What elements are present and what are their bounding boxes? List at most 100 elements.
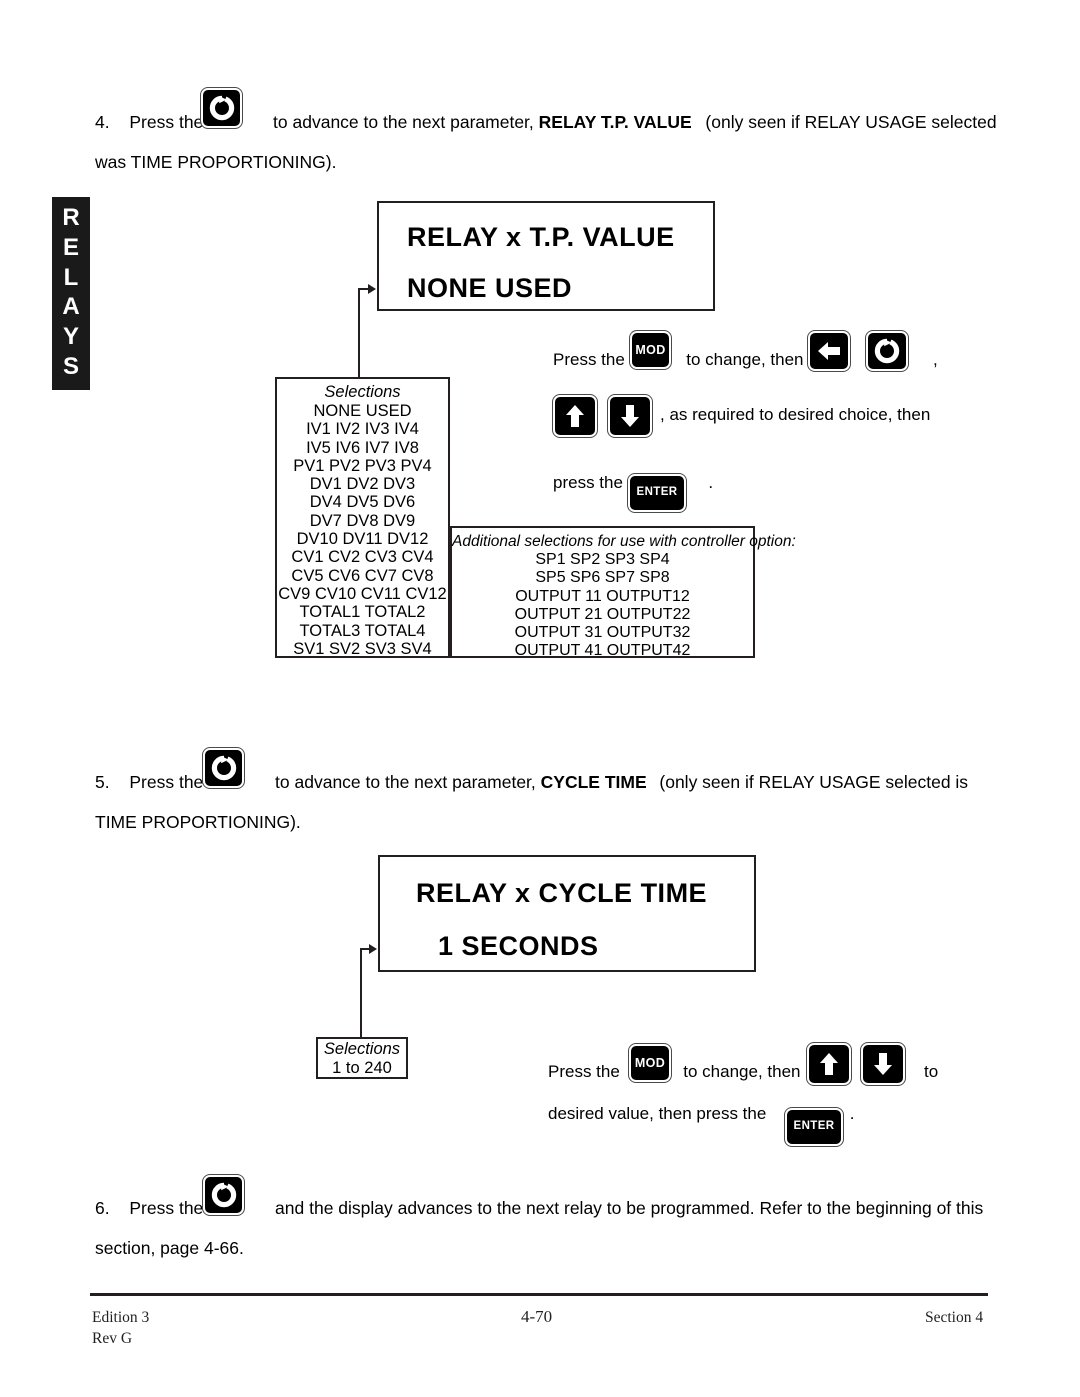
selections1-row: TOTAL1 TOTAL2: [299, 603, 426, 622]
display-box-relay-tp-value: RELAY x T.P. VALUE NONE USED: [377, 201, 715, 311]
selections1-row: CV5 CV6 CV7 CV8: [291, 566, 434, 585]
additional-selections-row: OUTPUT 21 OUTPUT22: [514, 605, 691, 623]
step4-line2-text: was TIME PROPORTIONING).: [95, 152, 337, 172]
connector-vertical-1: [358, 288, 360, 380]
step4-line2: was TIME PROPORTIONING).: [95, 152, 336, 172]
step5-text-a: to advance to the next parameter,: [275, 772, 536, 792]
selections1-row: NONE USED: [313, 402, 412, 420]
loop-glyph-2: [874, 338, 900, 364]
instr1-line1-comma: ,: [932, 350, 938, 369]
selections1-title: Selections: [324, 383, 401, 401]
step5-text-b: (only seen if RELAY USAGE selected is: [659, 772, 969, 792]
enter-button-label: ENTER: [636, 486, 678, 499]
enter-button-icon[interactable]: ENTER: [627, 473, 687, 513]
selections1-row: DV7 DV8 DV9: [309, 511, 416, 530]
additional-selections-title: Additional selections for use with contr…: [452, 533, 796, 550]
selections1-row: CV9 CV10 CV11 CV12: [278, 584, 447, 603]
loop-button-icon[interactable]: [200, 87, 243, 129]
additional-selections-row: OUTPUT 31 OUTPUT32: [514, 624, 691, 642]
additional-selections-row: OUTPUT 11 OUTPUT12: [515, 587, 690, 605]
relays-letter-a: A: [62, 293, 80, 321]
step6-number: 6.: [95, 1198, 110, 1218]
manual-page: 4. Press the to advance to the next para…: [0, 0, 1080, 1397]
instr1-line3-period: .: [708, 473, 714, 492]
connector-arrowhead-2: [369, 944, 377, 954]
relays-letter-r: R: [62, 203, 80, 231]
instr1-line2: , as required to desired choice, then: [660, 405, 930, 425]
instr1-line3-a: press the: [553, 473, 623, 492]
selections1-row: PV1 PV2 PV3 PV4: [293, 456, 432, 475]
loop-button-icon-4[interactable]: [202, 1174, 245, 1216]
selections1-row: SV1 SV2 SV3 SV4: [293, 639, 432, 658]
step6-text-a: and the display advances to the next rel…: [275, 1198, 984, 1218]
connector-arrowhead-1: [368, 284, 376, 294]
instr1-line1-a: Press the: [553, 350, 625, 369]
additional-selections-row: OUTPUT 41 OUTPUT42: [514, 642, 691, 660]
loop-glyph: [209, 95, 234, 121]
footer-revision: Rev G: [92, 1330, 133, 1347]
footer-divider: [90, 1293, 988, 1296]
step4-text-before-icon: Press the: [129, 112, 204, 132]
additional-selections-box: Additional selections for use with contr…: [450, 526, 796, 660]
relays-letter-l: L: [63, 263, 79, 291]
mod-button-icon-2[interactable]: MOD: [628, 1043, 672, 1083]
loop-button-icon-2[interactable]: [865, 330, 909, 372]
mod-button-label-2: MOD: [634, 1055, 666, 1070]
display1-line2: NONE USED: [407, 273, 573, 303]
up-arrow-button-icon-2[interactable]: [806, 1042, 852, 1086]
down-arrow-glyph: [621, 405, 639, 427]
selections1-row: IV1 IV2 IV3 IV4: [306, 420, 419, 439]
additional-selections-row: SP1 SP2 SP3 SP4: [535, 551, 670, 568]
up-arrow-glyph-2: [820, 1053, 838, 1075]
selections1-row: DV4 DV5 DV6: [309, 493, 416, 512]
mod-button-label: MOD: [635, 342, 666, 357]
step5-line2: TIME PROPORTIONING).: [95, 812, 301, 832]
up-arrow-glyph: [566, 405, 584, 427]
step4-bold-param: RELAY T.P. VALUE: [538, 112, 692, 132]
instr2-line2-period: .: [849, 1104, 855, 1123]
connector-vertical-2: [360, 948, 362, 1038]
down-arrow-glyph-2: [874, 1053, 892, 1075]
selections-box-cycle-time: Selections 1 to 240: [316, 1037, 408, 1079]
step4-number: 4.: [95, 112, 110, 132]
selections1-row: CV1 CV2 CV3 CV4: [291, 548, 434, 567]
instr2-line1-a: Press the: [548, 1062, 620, 1081]
instr2-line2-a: desired value, then press the: [548, 1104, 767, 1123]
footer-page-number: 4-70: [521, 1307, 553, 1326]
left-arrow-glyph: [818, 342, 840, 360]
down-arrow-button-icon-2[interactable]: [860, 1042, 906, 1086]
mod-button-icon[interactable]: MOD: [629, 330, 672, 370]
loop-glyph-4: [211, 1182, 236, 1208]
down-arrow-button-icon[interactable]: [607, 394, 653, 438]
instr2-line1-c: to: [923, 1062, 939, 1081]
display-box-relay-cycle-time: RELAY x CYCLE TIME 1 SECONDS: [378, 855, 756, 972]
relays-letter-s: S: [62, 353, 79, 381]
step4-text-b: (only seen if RELAY USAGE selected: [705, 112, 997, 132]
up-arrow-button-icon[interactable]: [552, 394, 598, 438]
step6-text-before-icon: Press the: [129, 1198, 204, 1218]
additional-selections-row: SP5 SP6 SP7 SP8: [535, 569, 670, 587]
footer-edition: Edition 3: [92, 1309, 150, 1326]
selections1-row: TOTAL3 TOTAL4: [299, 621, 426, 640]
selections1-row: DV10 DV11 DV12: [296, 530, 429, 549]
step5-line2-text: TIME PROPORTIONING).: [95, 812, 301, 832]
relays-letter-y: Y: [62, 323, 79, 351]
step4-text-a: to advance to the next parameter,: [273, 112, 534, 132]
left-arrow-button-icon[interactable]: [807, 330, 851, 372]
selections1-row: IV5 IV6 IV7 IV8: [306, 438, 419, 457]
step5-bold-param: CYCLE TIME: [540, 772, 647, 792]
enter-button-label-2: ENTER: [793, 1120, 835, 1133]
step5-text-before-icon: Press the: [129, 772, 204, 792]
loop-glyph-3: [211, 755, 236, 781]
selections1-row: DV1 DV2 DV3: [309, 475, 416, 494]
enter-button-icon-2[interactable]: ENTER: [784, 1107, 844, 1147]
display2-line2: 1 SECONDS: [438, 931, 599, 961]
loop-button-icon-3[interactable]: [202, 747, 245, 789]
relays-side-tab: R E L A Y S: [52, 197, 90, 390]
display2-line1: RELAY x CYCLE TIME: [416, 878, 708, 908]
instr1-line2-b: , as required to desired choice, then: [660, 405, 931, 424]
instr1-line1-b: to change, then: [686, 350, 804, 369]
step6-line2: section, page 4-66.: [95, 1238, 244, 1258]
step6-line2-text: section, page 4-66.: [95, 1238, 244, 1258]
step5-number: 5.: [95, 772, 110, 792]
